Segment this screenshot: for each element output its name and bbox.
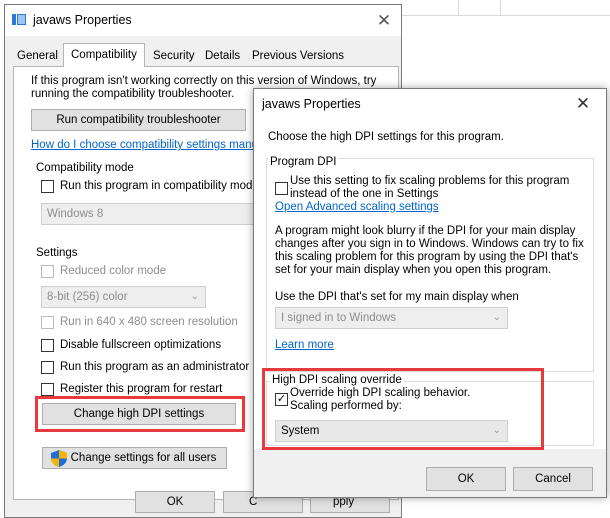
- compatibility-help-link[interactable]: How do I choose compatibility settings m…: [31, 139, 264, 151]
- title-bar: javaws Properties ✕: [5, 5, 401, 36]
- color-depth-select[interactable]: 8-bit (256) color ⌄: [41, 286, 206, 308]
- compat-mode-checkbox[interactable]: [41, 180, 54, 193]
- intro-text-line2: running the compatibility troubleshooter…: [31, 88, 235, 100]
- dpi-paragraph-line4: set for your main display when you open …: [275, 264, 552, 276]
- dpi-timing-select[interactable]: I signed in to Windows ⌄: [275, 307, 508, 329]
- tab-previous-versions[interactable]: Previous Versions: [244, 46, 352, 66]
- compat-mode-select[interactable]: Windows 8: [41, 203, 256, 225]
- use-dpi-label: Use the DPI that's set for my main displ…: [275, 291, 519, 303]
- run-admin-checkbox[interactable]: [41, 361, 54, 374]
- compat-mode-checkbox-label: Run this program in compatibility mode f: [60, 180, 266, 192]
- shield-icon: [51, 450, 67, 467]
- change-all-users-label: Change settings for all users: [70, 452, 217, 464]
- program-dpi-checkbox-line2: instead of the one in Settings: [290, 188, 439, 200]
- dialog-cancel-button[interactable]: Cancel: [513, 467, 593, 491]
- tab-security[interactable]: Security: [145, 46, 203, 66]
- dialog-title-bar: javaws Properties ✕: [254, 89, 606, 119]
- intro-text-line1: If this program isn't working correctly …: [31, 75, 377, 87]
- ok-button[interactable]: OK: [135, 491, 215, 513]
- learn-more-link[interactable]: Learn more: [275, 339, 334, 351]
- tab-details[interactable]: Details: [197, 46, 248, 66]
- program-dpi-checkbox-line1: Use this setting to fix scaling problems…: [290, 175, 570, 187]
- register-restart-checkbox[interactable]: [41, 383, 54, 396]
- disable-fullscreen-label: Disable fullscreen optimizations: [60, 339, 222, 351]
- advanced-scaling-link[interactable]: Open Advanced scaling settings: [275, 201, 439, 213]
- compat-mode-select-value: Windows 8: [47, 208, 104, 220]
- dialog-ok-button[interactable]: OK: [426, 467, 506, 491]
- tab-general[interactable]: General: [9, 46, 66, 66]
- settings-label: Settings: [36, 247, 78, 259]
- dpi-paragraph-line1: A program might look blurry if the DPI f…: [275, 225, 576, 237]
- dpi-paragraph-line3: this scaling problem for this program by…: [275, 251, 579, 263]
- dpi-paragraph-line2: changes after you sign in to Windows. Wi…: [275, 238, 584, 250]
- close-icon[interactable]: ✕: [373, 10, 395, 32]
- chevron-down-icon: ⌄: [492, 312, 501, 323]
- res-640-checkbox[interactable]: [41, 316, 54, 329]
- dialog-title: javaws Properties: [262, 97, 361, 111]
- disable-fullscreen-checkbox[interactable]: [41, 339, 54, 352]
- run-admin-label: Run this program as an administrator: [60, 361, 250, 373]
- res-640-label: Run in 640 x 480 screen resolution: [60, 316, 238, 328]
- reduced-color-checkbox[interactable]: [41, 265, 54, 278]
- dialog-intro: Choose the high DPI settings for this pr…: [268, 131, 504, 143]
- reduced-color-label: Reduced color mode: [60, 265, 167, 277]
- close-icon[interactable]: ✕: [572, 93, 594, 115]
- highlight-box-override: [262, 368, 544, 450]
- background-window-strip: [400, 0, 610, 16]
- register-restart-label: Register this program for restart: [60, 383, 223, 395]
- tab-compatibility[interactable]: Compatibility: [63, 43, 145, 67]
- change-all-users-button[interactable]: Change settings for all users: [42, 447, 227, 469]
- app-window-icon: [12, 14, 26, 25]
- program-dpi-label: Program DPI: [268, 156, 339, 168]
- program-dpi-checkbox[interactable]: [275, 182, 288, 195]
- compat-mode-label: Compatibility mode: [36, 162, 134, 174]
- high-dpi-dialog: javaws Properties ✕ Choose the high DPI …: [253, 88, 607, 498]
- run-troubleshooter-button[interactable]: Run compatibility troubleshooter: [31, 109, 246, 131]
- color-depth-select-value: 8-bit (256) color: [47, 291, 128, 303]
- highlight-box-dpi-button: [35, 396, 245, 432]
- window-title: javaws Properties: [33, 13, 132, 27]
- chevron-down-icon: ⌄: [190, 291, 199, 302]
- dpi-timing-select-value: I signed in to Windows: [281, 312, 397, 324]
